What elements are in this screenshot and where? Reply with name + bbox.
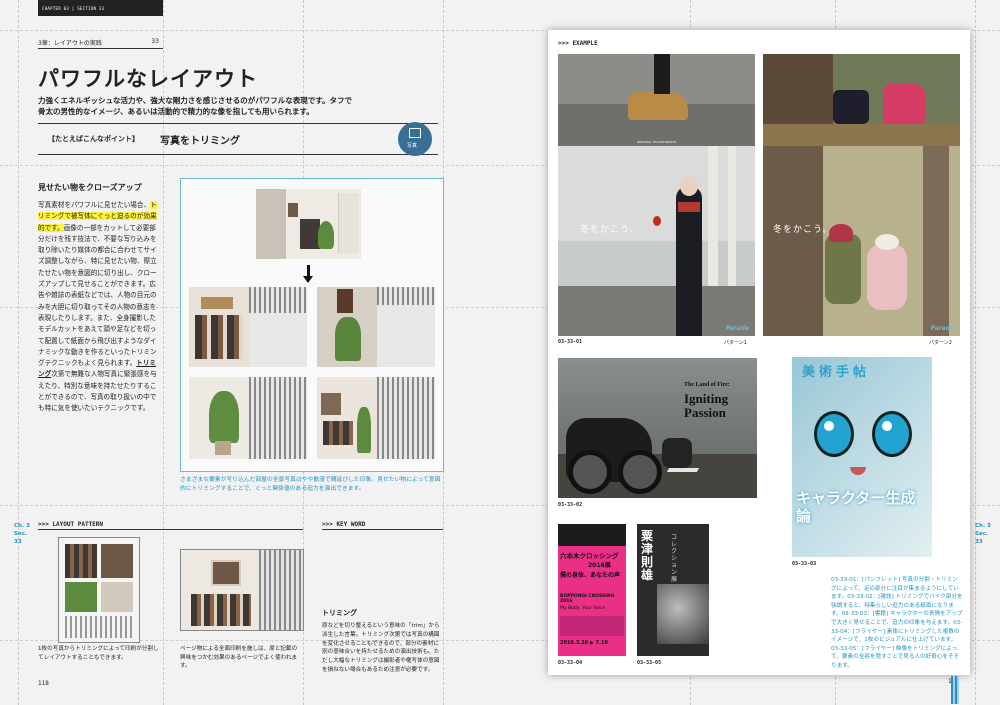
keyword-label: >>> KEY WORD <box>322 521 366 528</box>
body-text-part: 画像の一部をカットして必要部分だけを残す技法で、不要な写り込みを取り除いたり媒体… <box>38 223 157 368</box>
roppongi-flyer: 六本木クロッシング 2016展 僕の身体、あなたの声 ROPPONGI CROS… <box>558 524 626 656</box>
section-heading: 見せたい物をクローズアップ <box>38 183 142 192</box>
trimming-figure <box>180 178 444 472</box>
keyword-title: トリミング <box>322 609 357 617</box>
moto-title-big: Igniting Passion <box>684 391 729 420</box>
right-page: >>> EXAMPLE ORIGINAL YELLOW BOOTS 冬をかこう。… <box>548 30 970 685</box>
body-text-part: 次第で無難な人物写真に緊張感を与えたり、特別な意味を持たせたりすることができるの… <box>38 370 157 413</box>
roppongi-en2: My Body, Your Voice <box>560 606 606 611</box>
roppongi-en: ROPPONGI CROSSING 2016 <box>560 594 615 604</box>
left-page: CHAPTER 03 | SECTION 33 3章：レイアウトの実践 33 パ… <box>0 0 445 705</box>
pattern-text-1: 1枚の写真からトリミングによって印刷が分割してレイアウトすることもできます。 <box>38 646 159 661</box>
poster-02-copy: 冬をかこう。 <box>773 225 833 235</box>
motorcycle-spread: The Land of Fire: Igniting Passion <box>558 358 757 498</box>
layout-pattern-rule <box>38 529 303 530</box>
anime-book-cover: 美術手帖 キャラクター生成論 <box>792 357 932 557</box>
pattern-text-2: ページ物による全面印刷を施しは、原と記載の興味をつかむ効果のあるページでよく使わ… <box>180 646 298 669</box>
body-text: 写真素材をパワフルに見せたい場合、トリミングで被写体にぐっと迫るのが効果的です。… <box>38 200 162 415</box>
layout-mock <box>249 287 307 367</box>
running-head: 3章：レイアウトの実践 33 <box>38 38 163 49</box>
page-number-left: 118 <box>38 680 49 687</box>
awazu-sub: コレクション展 <box>671 534 678 583</box>
caption-05: 03-33-05 <box>637 660 662 666</box>
poster-01-brand: Parade <box>725 325 749 332</box>
roppongi-sub: 僕の身体、あなたの声 <box>560 572 621 579</box>
layout-mock <box>249 377 307 459</box>
roppongi-date: 2016.3.26 ▶ 7.10 <box>560 640 608 646</box>
chapter-strip: CHAPTER 03 | SECTION 33 <box>38 0 163 16</box>
keyword-text: 原などを切り整えるという意味の「trim」から派生した言葉。トリミング次第では写… <box>322 623 440 673</box>
keyword-rule <box>322 529 443 530</box>
pattern-2-label: パターン2 <box>929 340 952 346</box>
page-title: パワフルなレイアウト <box>38 67 258 91</box>
running-head-label: 3章：レイアウトの実践 <box>38 40 102 47</box>
pattern-1-label: パターン1 <box>724 340 747 346</box>
example-label: >>> EXAMPLE <box>558 40 598 47</box>
room-photo <box>256 189 361 259</box>
badge-label: 写真 <box>407 143 418 149</box>
example-descriptions: 03-33-01：[パンフレット] 写真の分割・トリミングによって、足の部分に注… <box>831 577 963 669</box>
body-text-part: 写真素材をパワフルに見せたい場合、 <box>38 201 151 209</box>
layout-pattern-label: >>> LAYOUT PATTERN <box>38 521 104 528</box>
chapter-strip-label: CHAPTER 03 | SECTION 33 <box>42 6 105 11</box>
moto-title-small: The Land of Fire: <box>684 382 730 388</box>
poster-01-bottom: 冬をかこう。 Parade <box>558 146 755 336</box>
poster-02-bottom: 冬をかこう。 Parade <box>763 146 960 336</box>
pattern-thumb-2 <box>180 549 304 631</box>
side-tab-left: Ch. 3 Sec. 33 <box>14 523 30 545</box>
point-title: 写真をトリミング <box>160 136 240 147</box>
awazu-flyer: 粟津則雄 コレクション展 <box>637 524 709 656</box>
running-head-page: 33 <box>151 38 159 45</box>
image-icon <box>409 128 421 138</box>
page-edge-marker <box>951 676 959 704</box>
poster-01-copy: 冬をかこう。 <box>580 225 640 235</box>
caption-01: 03-33-01 <box>558 339 583 345</box>
layout-mock <box>377 377 435 459</box>
poster-02-brand: Parade <box>930 325 954 332</box>
anime-top-title: 美術手帖 <box>802 365 871 380</box>
crop-plant <box>317 287 377 367</box>
arrow-head <box>303 276 313 283</box>
anime-title: キャラクター生成論 <box>796 489 916 525</box>
poster-02-top <box>763 54 960 146</box>
photo-badge: 写真 <box>398 122 432 156</box>
lead-text: 力強くエネルギッシュな活力や、強大な剛力さを感じさせるのがパワフルな表現です。タ… <box>38 96 353 116</box>
point-bar: 【たとえばこんなポイント】 写真をトリミング 写真 <box>38 122 438 156</box>
caption-03: 03-33-03 <box>792 561 817 567</box>
guide-line <box>975 0 976 705</box>
caption-04: 03-33-04 <box>558 660 583 666</box>
caption-02: 03-33-02 <box>558 502 583 508</box>
crop-entry <box>317 377 377 459</box>
figure-caption: さまざまな要素が写り込んだ部屋の全景写真はやや散漫で間延びした印象。見せたい物に… <box>180 477 441 492</box>
poster-01-top: ORIGINAL YELLOW BOOTS <box>558 54 755 146</box>
crop-plant-wide <box>189 377 249 459</box>
crop-coats <box>189 287 249 367</box>
side-tab-right: Ch. 3 Sec. 33 <box>975 523 991 545</box>
awazu-title: 粟津則雄 <box>641 529 654 582</box>
roppongi-year: 2016展 <box>588 562 611 569</box>
layout-mock <box>377 287 435 367</box>
roppongi-top: 六本木クロッシング <box>560 552 619 560</box>
pattern-thumb-1 <box>58 537 140 643</box>
point-label: 【たとえばこんなポイント】 <box>48 135 139 143</box>
